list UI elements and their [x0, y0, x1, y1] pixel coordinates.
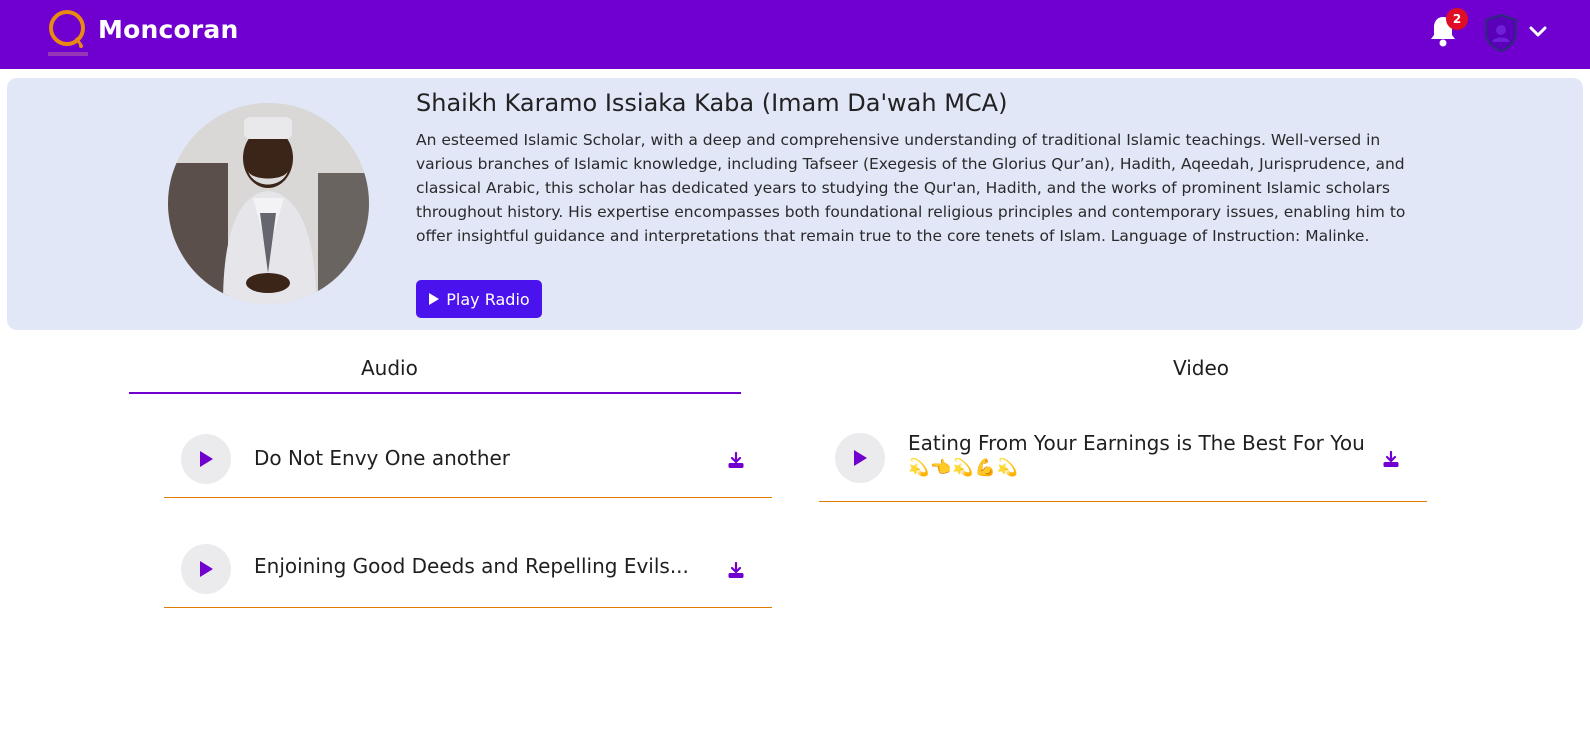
audio-title[interactable]: Do Not Envy One another — [254, 446, 510, 470]
video-list-item: Eating From Your Earnings is The Best Fo… — [819, 422, 1427, 502]
audio-play-button[interactable] — [181, 434, 231, 484]
play-radio-button[interactable]: Play Radio — [416, 280, 542, 318]
top-navbar — [0, 0, 1590, 69]
scholar-photo — [168, 103, 369, 304]
video-title-emoji: 💫👈💫💪💫 — [908, 458, 1019, 478]
audio-list-item: Enjoining Good Deeds and Repelling Evils… — [164, 528, 772, 608]
audio-play-button[interactable] — [181, 544, 231, 594]
video-title[interactable]: Eating From Your Earnings is The Best Fo… — [908, 431, 1365, 455]
tab-audio[interactable]: Audio — [361, 356, 418, 380]
audio-title[interactable]: Enjoining Good Deeds and Repelling Evils… — [254, 554, 689, 578]
play-icon — [429, 293, 440, 305]
shield-avatar-icon[interactable] — [1483, 13, 1519, 53]
brand-title[interactable]: Moncoran — [98, 15, 238, 44]
active-tab-indicator — [129, 392, 741, 394]
moncoran-logo-icon[interactable] — [46, 8, 90, 60]
notification-badge: 2 — [1446, 8, 1468, 30]
scholar-name: Shaikh Karamo Issiaka Kaba (Imam Da'wah … — [416, 89, 1008, 117]
play-icon — [854, 450, 867, 466]
video-play-button[interactable] — [835, 433, 885, 483]
tab-video[interactable]: Video — [1173, 356, 1229, 380]
download-icon[interactable] — [727, 561, 745, 579]
audio-list-item: Do Not Envy One another — [164, 418, 772, 498]
play-icon — [200, 451, 213, 467]
download-icon[interactable] — [727, 451, 745, 469]
play-icon — [200, 561, 213, 577]
chevron-down-icon[interactable] — [1528, 22, 1548, 42]
scholar-bio: An esteemed Islamic Scholar, with a deep… — [416, 131, 1406, 245]
play-radio-label: Play Radio — [446, 289, 530, 309]
download-icon[interactable] — [1382, 450, 1400, 468]
